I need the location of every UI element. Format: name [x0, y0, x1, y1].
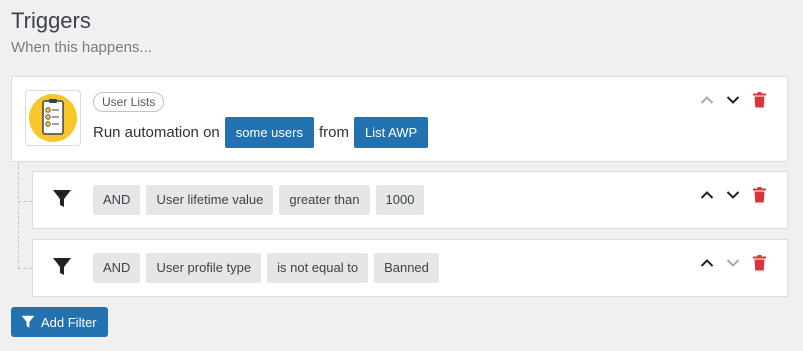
filter-field[interactable]: User lifetime value	[146, 185, 274, 215]
filter-card: AND User profile type is not equal to Ba…	[32, 239, 788, 297]
filter-field[interactable]: User profile type	[146, 253, 262, 283]
trigger-sentence: Run automation on some users from List A…	[93, 117, 429, 148]
filter-conjunction[interactable]: AND	[93, 185, 141, 215]
list-select-button[interactable]: List AWP	[353, 117, 429, 148]
add-filter-label: Add Filter	[41, 314, 97, 330]
filter-chips: AND User profile type is not equal to Ba…	[93, 253, 439, 283]
tree-connector-branch	[18, 201, 32, 202]
filter-operator[interactable]: is not equal to	[267, 253, 369, 283]
funnel-icon	[21, 315, 35, 328]
trigger-text-mid: from	[318, 124, 349, 141]
move-up-icon[interactable]	[694, 89, 720, 111]
trash-icon[interactable]	[746, 184, 772, 206]
filter-value[interactable]: 1000	[375, 185, 425, 215]
trigger-actions	[694, 89, 772, 111]
add-filter-button[interactable]: Add Filter	[11, 307, 108, 337]
filter-operator[interactable]: greater than	[279, 185, 370, 215]
trigger-text-prefix: Run automation on	[93, 124, 220, 141]
trash-icon[interactable]	[746, 252, 772, 274]
trigger-type-badge: User Lists	[93, 92, 165, 112]
trash-icon[interactable]	[746, 89, 772, 111]
move-up-icon[interactable]	[694, 184, 720, 206]
filter-actions	[694, 184, 772, 206]
target-users-button[interactable]: some users	[224, 117, 314, 148]
page-title: Triggers	[11, 8, 91, 33]
tree-connector-branch	[18, 268, 32, 269]
filter-chips: AND User lifetime value greater than 100…	[93, 185, 425, 215]
filter-card: AND User lifetime value greater than 100…	[32, 171, 788, 229]
move-down-icon[interactable]	[720, 184, 746, 206]
filter-actions	[694, 252, 772, 274]
page-subtitle: When this happens...	[11, 39, 152, 56]
move-down-icon[interactable]	[720, 89, 746, 111]
filter-conjunction[interactable]: AND	[93, 253, 141, 283]
funnel-icon	[53, 190, 71, 207]
tree-connector	[18, 162, 19, 268]
move-down-icon[interactable]	[720, 252, 746, 274]
filter-value[interactable]: Banned	[374, 253, 439, 283]
funnel-icon	[53, 258, 71, 275]
move-up-icon[interactable]	[694, 252, 720, 274]
trigger-card: User Lists Run automation on some users …	[11, 76, 788, 162]
clipboard-list-icon	[25, 90, 81, 146]
